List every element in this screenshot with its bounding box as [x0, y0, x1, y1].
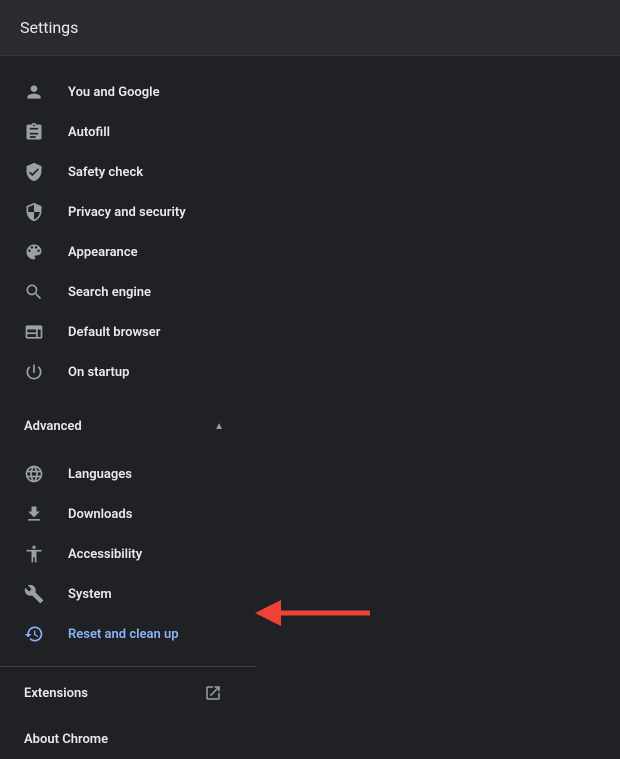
power-icon — [24, 362, 44, 382]
sidebar-item-label: Appearance — [68, 245, 138, 260]
security-icon — [24, 202, 44, 222]
sidebar-item-label: On startup — [68, 365, 129, 380]
sidebar-item-privacy-security[interactable]: Privacy and security — [0, 192, 256, 232]
sidebar-item-system[interactable]: System — [0, 574, 256, 614]
verified-user-icon — [24, 162, 44, 182]
sidebar-item-extensions[interactable]: Extensions — [0, 673, 256, 713]
sidebar-item-downloads[interactable]: Downloads — [0, 494, 256, 534]
sidebar-item-label: Search engine — [68, 285, 151, 300]
open-in-new-icon — [204, 684, 222, 702]
sidebar-item-about-chrome[interactable]: About Chrome — [0, 719, 256, 759]
sidebar-item-languages[interactable]: Languages — [0, 454, 256, 494]
sidebar-item-label: System — [68, 587, 112, 602]
sidebar-item-safety-check[interactable]: Safety check — [0, 152, 256, 192]
sidebar-item-autofill[interactable]: Autofill — [0, 112, 256, 152]
sidebar-item-label: Languages — [68, 467, 132, 482]
sidebar-item-label: You and Google — [68, 85, 160, 100]
accessibility-icon — [24, 544, 44, 564]
page-title: Settings — [20, 18, 78, 37]
build-icon — [24, 584, 44, 604]
restore-icon — [24, 624, 44, 644]
sidebar-item-accessibility[interactable]: Accessibility — [0, 534, 256, 574]
sidebar-item-label: Downloads — [68, 507, 132, 522]
sidebar-item-label: About Chrome — [24, 732, 108, 747]
sidebar-item-label: Accessibility — [68, 547, 142, 562]
sidebar-item-reset-clean-up[interactable]: Reset and clean up — [0, 614, 256, 654]
chevron-up-icon: ▲ — [214, 421, 224, 432]
divider — [0, 666, 256, 667]
sidebar-item-label: Extensions — [24, 686, 88, 701]
palette-icon — [24, 242, 44, 262]
sidebar-item-you-and-google[interactable]: You and Google — [0, 72, 256, 112]
sidebar-item-label: Safety check — [68, 165, 143, 180]
sidebar-item-label: Reset and clean up — [68, 627, 179, 642]
header: Settings — [0, 0, 620, 56]
annotation-arrow — [255, 592, 375, 634]
person-icon — [24, 82, 44, 102]
sidebar-item-search-engine[interactable]: Search engine — [0, 272, 256, 312]
web-icon — [24, 322, 44, 342]
sidebar-item-default-browser[interactable]: Default browser — [0, 312, 256, 352]
advanced-section-toggle[interactable]: Advanced ▲ — [0, 406, 256, 446]
assignment-icon — [24, 122, 44, 142]
advanced-label: Advanced — [24, 419, 82, 434]
language-icon — [24, 464, 44, 484]
sidebar-item-label: Privacy and security — [68, 205, 186, 220]
sidebar: You and Google Autofill Safety check Pri… — [0, 56, 256, 759]
sidebar-item-appearance[interactable]: Appearance — [0, 232, 256, 272]
download-icon — [24, 504, 44, 524]
advanced-group: Languages Downloads Accessibility System — [0, 454, 256, 654]
sidebar-item-label: Default browser — [68, 325, 160, 340]
sidebar-item-label: Autofill — [68, 125, 110, 140]
search-icon — [24, 282, 44, 302]
sidebar-item-on-startup[interactable]: On startup — [0, 352, 256, 392]
